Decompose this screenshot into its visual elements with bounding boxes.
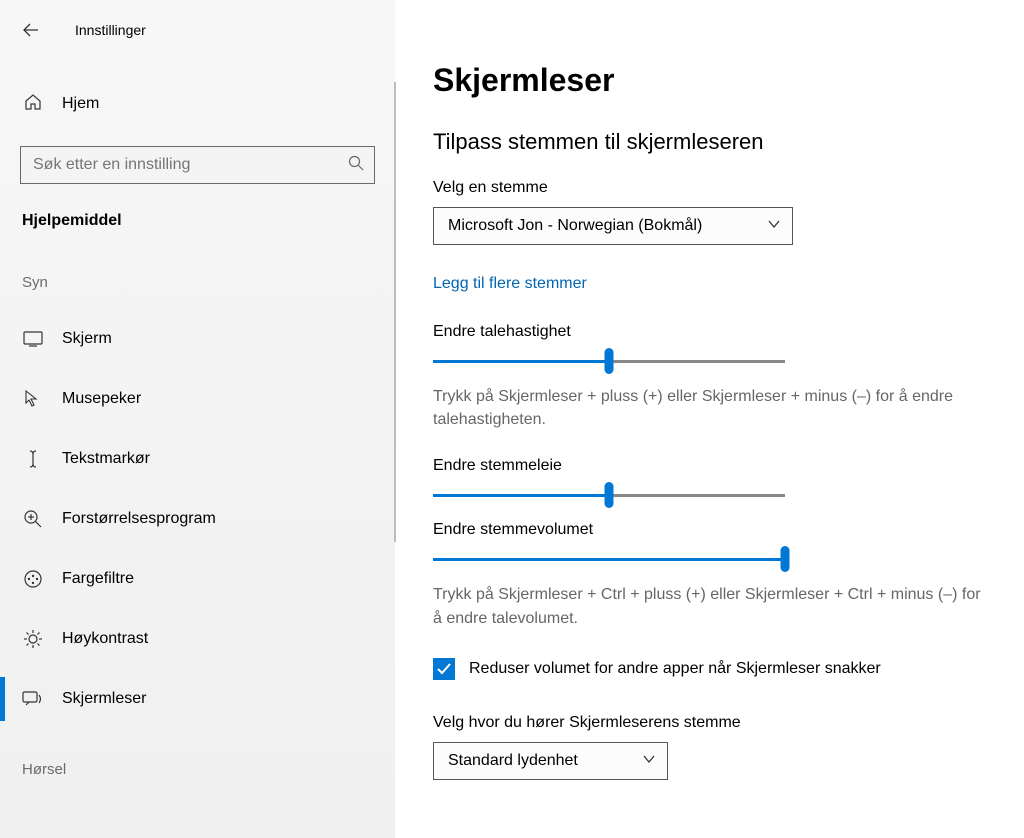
voice-dropdown-value: Microsoft Jon - Norwegian (Bokmål) [448, 217, 702, 235]
magnifier-icon [22, 509, 44, 529]
nav-item-display[interactable]: Skjerm [0, 309, 395, 369]
nav-home-label: Hjem [62, 95, 99, 113]
nav-item-mousepointer[interactable]: Musepeker [0, 369, 395, 429]
main-content: Skjermleser Tilpass stemmen til skjermle… [395, 0, 1024, 838]
search-input[interactable] [33, 156, 348, 174]
nav-list: Skjerm Musepeker Tekstmarkør Forstørrels… [0, 309, 395, 729]
nav-item-colorfilters[interactable]: Fargefiltre [0, 549, 395, 609]
volume-hint: Trykk på Skjermleser + Ctrl + pluss (+) … [433, 583, 984, 629]
page-title: Skjermleser [433, 62, 984, 99]
sidebar: Innstillinger Hjem Hjelpemiddel Syn Skje… [0, 0, 395, 838]
volume-slider-thumb[interactable] [781, 546, 790, 572]
checkbox-checked-icon [433, 658, 455, 680]
nav-home[interactable]: Hjem [0, 84, 395, 124]
pitch-label: Endre stemmeleie [433, 457, 984, 475]
titlebar: Innstillinger [0, 14, 395, 46]
nav-item-textcursor[interactable]: Tekstmarkør [0, 429, 395, 489]
nav-item-label: Musepeker [62, 390, 141, 408]
nav-item-label: Skjerm [62, 330, 112, 348]
group-label-vision: Syn [0, 274, 395, 291]
chevron-down-icon [643, 752, 655, 770]
volume-label: Endre stemmevolumet [433, 521, 984, 539]
speed-hint: Trykk på Skjermleser + pluss (+) eller S… [433, 385, 984, 431]
speed-slider-thumb[interactable] [605, 348, 614, 374]
nav-item-highcontrast[interactable]: Høykontrast [0, 609, 395, 669]
lower-volume-checkbox[interactable]: Reduser volumet for andre apper når Skje… [433, 658, 984, 680]
nav-item-label: Fargefiltre [62, 570, 134, 588]
voice-dropdown[interactable]: Microsoft Jon - Norwegian (Bokmål) [433, 207, 793, 245]
speed-label: Endre talehastighet [433, 323, 984, 341]
pitch-slider[interactable] [433, 483, 785, 507]
nav-item-label: Tekstmarkør [62, 450, 150, 468]
back-button[interactable] [17, 16, 45, 44]
nav-item-label: Forstørrelsesprogram [62, 510, 216, 528]
search-box[interactable] [20, 146, 375, 184]
narrator-icon [22, 690, 44, 708]
device-dropdown-value: Standard lydenhet [448, 752, 578, 770]
textcursor-icon [22, 449, 44, 469]
nav-item-magnifier[interactable]: Forstørrelsesprogram [0, 489, 395, 549]
category-heading: Hjelpemiddel [0, 212, 395, 230]
speed-slider[interactable] [433, 349, 785, 373]
colorfilter-icon [22, 569, 44, 589]
volume-slider[interactable] [433, 547, 785, 571]
back-arrow-icon [23, 22, 39, 38]
cursor-icon [22, 389, 44, 409]
group-label-hearing: Hørsel [0, 761, 395, 778]
nav-item-narrator[interactable]: Skjermleser [0, 669, 395, 729]
nav-item-label: Skjermleser [62, 690, 146, 708]
device-dropdown[interactable]: Standard lydenhet [433, 742, 668, 780]
pitch-slider-thumb[interactable] [605, 482, 614, 508]
window-title: Innstillinger [75, 22, 146, 38]
section-heading: Tilpass stemmen til skjermleseren [433, 129, 984, 155]
voice-label: Velg en stemme [433, 179, 984, 197]
add-voices-link[interactable]: Legg til flere stemmer [433, 275, 587, 293]
chevron-down-icon [768, 217, 780, 235]
lower-volume-label: Reduser volumet for andre apper når Skje… [469, 660, 881, 678]
display-icon [22, 331, 44, 347]
contrast-icon [22, 629, 44, 649]
home-icon [22, 93, 44, 115]
device-label: Velg hvor du hører Skjermleserens stemme [433, 714, 984, 732]
search-icon [348, 155, 364, 175]
nav-item-label: Høykontrast [62, 630, 148, 648]
